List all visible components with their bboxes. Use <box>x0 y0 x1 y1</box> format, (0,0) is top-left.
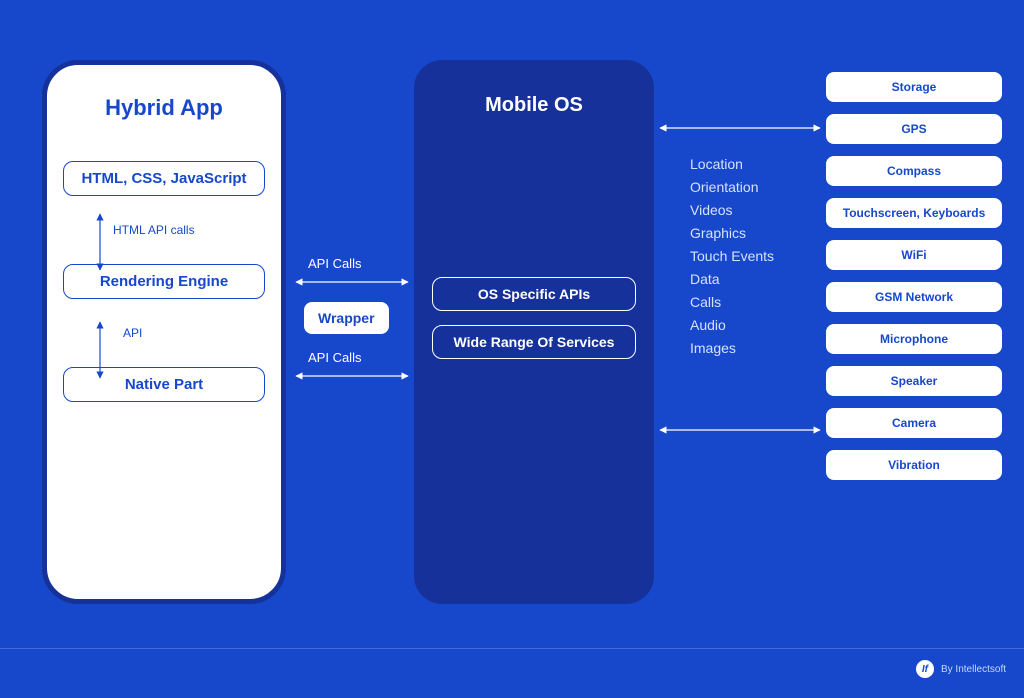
hardware-item: Speaker <box>826 366 1002 396</box>
hardware-item: WiFi <box>826 240 1002 270</box>
hardware-item: Microphone <box>826 324 1002 354</box>
wrapper-box: Wrapper <box>304 302 389 334</box>
service-item: Graphics <box>690 225 774 241</box>
hardware-item: Touchscreen, Keyboards <box>826 198 1002 228</box>
hardware-list: Storage GPS Compass Touchscreen, Keyboar… <box>826 72 1002 480</box>
api-calls-label-bottom: API Calls <box>308 350 361 365</box>
tech-stack-box: HTML, CSS, JavaScript <box>63 161 265 196</box>
service-item: Location <box>690 156 774 172</box>
hardware-item: GSM Network <box>826 282 1002 312</box>
hardware-item: Camera <box>826 408 1002 438</box>
service-item: Calls <box>690 294 774 310</box>
api-calls-label-top: API Calls <box>308 256 361 271</box>
service-item: Data <box>690 271 774 287</box>
wide-range-services-box: Wide Range Of Services <box>432 325 636 359</box>
service-item: Videos <box>690 202 774 218</box>
footer: If By Intellectsoft <box>916 660 1006 678</box>
html-api-calls-label: HTML API calls <box>113 200 195 260</box>
hybrid-app-phone: Hybrid App HTML, CSS, JavaScript HTML AP… <box>42 60 286 604</box>
diagram-canvas: Hybrid App HTML, CSS, JavaScript HTML AP… <box>0 0 1024 698</box>
hybrid-app-title: Hybrid App <box>105 95 223 121</box>
hardware-item: Compass <box>826 156 1002 186</box>
os-specific-apis-box: OS Specific APIs <box>432 277 636 311</box>
service-item: Images <box>690 340 774 356</box>
hardware-item: Storage <box>826 72 1002 102</box>
footer-text: By Intellectsoft <box>941 664 1006 675</box>
native-part-box: Native Part <box>63 367 265 402</box>
footer-divider <box>0 648 1024 649</box>
hardware-item: Vibration <box>826 450 1002 480</box>
rendering-engine-box: Rendering Engine <box>63 264 265 299</box>
service-item: Audio <box>690 317 774 333</box>
mobile-os-panel: Mobile OS OS Specific APIs Wide Range Of… <box>414 60 654 604</box>
service-item: Touch Events <box>690 248 774 264</box>
mobile-os-title: Mobile OS <box>485 94 583 117</box>
api-label: API <box>123 303 142 363</box>
service-item: Orientation <box>690 179 774 195</box>
hardware-item: GPS <box>826 114 1002 144</box>
brand-logo-icon: If <box>916 660 934 678</box>
services-list: Location Orientation Videos Graphics Tou… <box>690 156 774 356</box>
